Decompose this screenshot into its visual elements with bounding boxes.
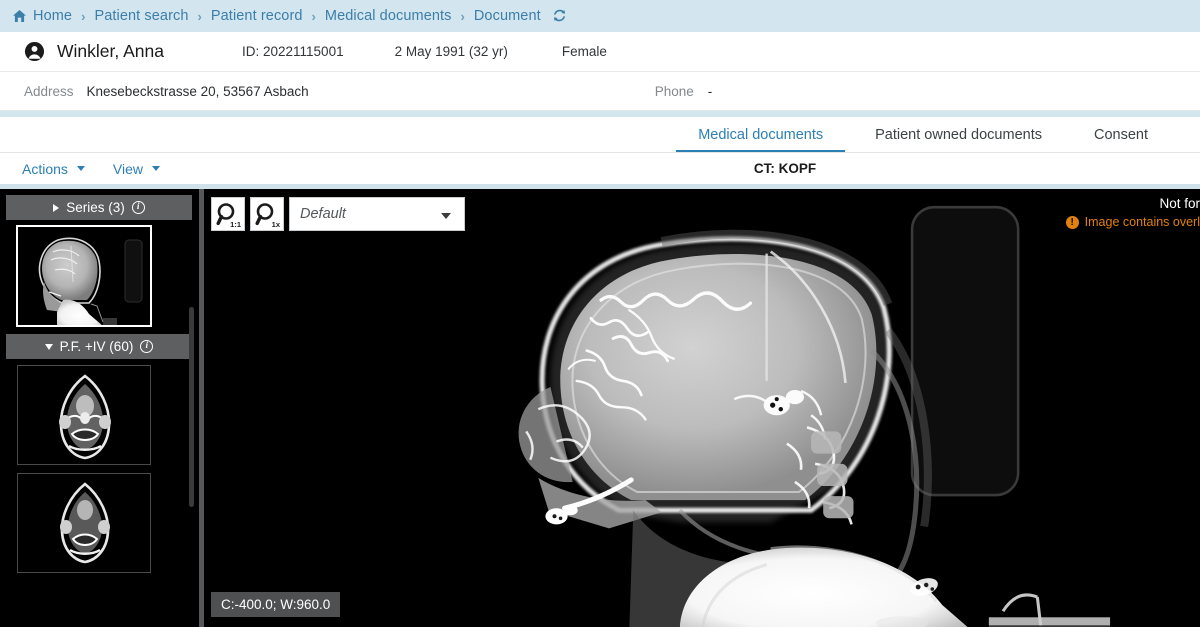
home-icon[interactable] <box>12 9 27 28</box>
ct-scout-image <box>205 189 1200 627</box>
breadcrumb-item-patient-search[interactable]: Patient search <box>94 8 188 24</box>
dicom-viewer: Series (3) i P.F. +IV (60) i 1:1 1x Defa… <box>0 184 1200 627</box>
overlay-warning-text: Image contains overl <box>1084 215 1200 229</box>
panel-splitter[interactable] <box>198 189 205 627</box>
chevron-down-icon <box>76 166 85 171</box>
document-toolbar: Actions View CT: KOPF <box>0 153 1200 184</box>
patient-dob: 2 May 1991 (32 yr) <box>394 44 508 59</box>
breadcrumb-separator: › <box>81 8 86 24</box>
window-preset-select[interactable]: Default <box>289 197 465 231</box>
window-level-badge: C:-400.0; W:960.0 <box>211 592 341 617</box>
patient-name: Winkler, Anna <box>57 41 164 61</box>
patient-sex: Female <box>561 44 607 59</box>
tab-label: Medical documents <box>698 126 824 143</box>
series-thumbnail-axial-1[interactable] <box>17 365 151 465</box>
breadcrumb-item-document[interactable]: Document <box>474 8 541 24</box>
actions-menu-button[interactable]: Actions <box>22 161 85 177</box>
tab-overflow-clipped[interactable]: R <box>1174 117 1200 152</box>
patient-summary-row: Winkler, Anna ID: 20221115001 2 May 1991… <box>0 32 1200 72</box>
overlay-warning: ! Image contains overl <box>1065 213 1200 231</box>
info-icon[interactable]: i <box>140 340 154 353</box>
study-title: CT: KOPF <box>753 161 817 176</box>
address-value: Knesebeckstrasse 20, 53567 Asbach <box>86 83 309 99</box>
zoom-fit-label: 1:1 <box>230 220 241 229</box>
triangle-right-icon <box>53 203 60 212</box>
series-thumbnail-axial-2[interactable] <box>17 473 151 573</box>
document-tabs: Medical documents Patient owned document… <box>0 117 1200 153</box>
breadcrumb: Home › Patient search › Patient record ›… <box>0 0 1200 32</box>
chevron-down-icon <box>441 213 451 219</box>
series-group-label: Series (3) <box>66 200 125 215</box>
tab-patient-owned-documents[interactable]: Patient owned documents <box>849 117 1068 152</box>
series-panel-scrollbar[interactable] <box>189 307 194 507</box>
axial-thumbnail-image <box>18 366 150 464</box>
patient-contact-row: Address Knesebeckstrasse 20, 53567 Asbac… <box>0 72 1200 110</box>
window-preset-value: Default <box>300 206 346 222</box>
breadcrumb-separator: › <box>460 8 465 24</box>
series-group-label: P.F. +IV (60) <box>59 339 134 354</box>
view-label: View <box>112 160 144 177</box>
patient-header: Winkler, Anna ID: 20221115001 2 May 1991… <box>0 32 1200 111</box>
info-icon[interactable]: i <box>131 201 145 214</box>
tab-label: Consent <box>1093 126 1148 143</box>
breadcrumb-item-home[interactable]: Home <box>33 8 72 24</box>
series-panel: Series (3) i P.F. +IV (60) i <box>0 189 198 627</box>
refresh-icon[interactable] <box>552 8 567 28</box>
zoom-fit-button[interactable]: 1:1 <box>211 197 245 231</box>
chevron-down-icon <box>152 166 161 171</box>
breadcrumb-separator: › <box>311 8 316 24</box>
zoom-actual-button[interactable]: 1x <box>250 197 284 231</box>
axial-thumbnail-image <box>18 474 150 572</box>
image-viewport[interactable]: 1:1 1x Default Not for ! Image contains … <box>205 189 1200 627</box>
series-group-header-pf-iv[interactable]: P.F. +IV (60) i <box>6 334 192 359</box>
breadcrumb-item-patient-record[interactable]: Patient record <box>211 8 303 24</box>
breadcrumb-item-medical-documents[interactable]: Medical documents <box>325 8 452 24</box>
tab-label: Patient owned documents <box>875 126 1042 143</box>
patient-id: ID: 20221115001 <box>242 44 344 59</box>
image-overlay-top-right: Not for ! Image contains overl <box>1065 195 1200 231</box>
zoom-actual-label: 1x <box>271 220 280 229</box>
not-for-diagnostic-text: Not for <box>1159 196 1200 211</box>
breadcrumb-separator: › <box>197 8 202 24</box>
address-label: Address <box>24 83 74 99</box>
triangle-down-icon <box>44 343 53 350</box>
phone-label: Phone <box>654 83 694 99</box>
actions-label: Actions <box>22 160 68 177</box>
phone-value: - <box>707 83 713 99</box>
viewer-toolbar: 1:1 1x Default <box>211 197 465 231</box>
avatar <box>24 41 45 62</box>
tab-medical-documents[interactable]: Medical documents <box>672 117 849 152</box>
series-group-header-series[interactable]: Series (3) i <box>6 195 192 220</box>
view-menu-button[interactable]: View <box>112 160 161 177</box>
exclamation-circle-icon: ! <box>1065 215 1079 229</box>
tab-consent[interactable]: Consent <box>1068 117 1174 152</box>
scout-thumbnail-image <box>17 226 151 326</box>
series-thumbnail-scout-lateral[interactable] <box>16 225 152 327</box>
